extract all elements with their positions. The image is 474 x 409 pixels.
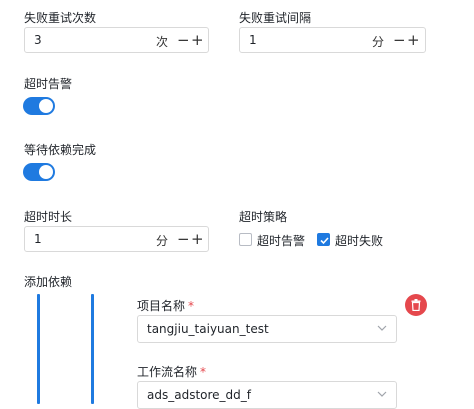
switch-knob [39,99,53,113]
timeout-strategy-label: 超时策略 [239,210,288,224]
retry-interval-unit: 分 [372,35,385,49]
wait-dependency-switch[interactable] [23,163,55,181]
chevron-down-icon [377,325,387,331]
retry-interval-label: 失败重试间隔 [239,11,312,25]
retry-count-increment-button[interactable]: + [191,30,204,50]
strategy-alarm-checkbox[interactable] [239,233,252,246]
switch-knob [39,165,53,179]
retry-count-decrement-button[interactable]: − [177,30,190,50]
strategy-option-fail[interactable]: 超时失败 [317,232,397,248]
timeout-duration-unit: 分 [156,234,169,248]
timeout-alarm-switch[interactable] [23,97,55,115]
trash-icon [411,299,421,311]
check-icon [320,237,329,245]
required-mark: * [188,299,195,313]
workflow-name-select[interactable]: ads_adstore_dd_f [137,381,397,409]
dependency-group-line [37,294,40,404]
dependency-item-line [91,294,94,404]
wait-dependency-label: 等待依赖完成 [24,143,97,157]
add-dependency-label: 添加依赖 [24,275,73,289]
retry-count-label: 失败重试次数 [24,11,97,25]
project-name-select[interactable]: tangjiu_taiyuan_test [137,315,397,343]
retry-interval-increment-button[interactable]: + [407,30,420,50]
timeout-duration-increment-button[interactable]: + [191,229,204,249]
workflow-name-label-text: 工作流名称 [137,365,198,379]
timeout-duration-label: 超时时长 [24,210,73,224]
timeout-alarm-label: 超时告警 [24,77,73,91]
retry-count-input[interactable]: 3 次 − + [24,27,209,53]
retry-count-value[interactable]: 3 [34,33,42,47]
project-name-label: 项目名称 * [137,297,194,314]
delete-dependency-button[interactable] [405,294,427,316]
strategy-option-alarm[interactable]: 超时告警 [239,232,319,248]
project-name-value: tangjiu_taiyuan_test [147,322,269,336]
strategy-fail-label: 超时失败 [335,234,384,248]
chevron-down-icon [377,391,387,397]
timeout-duration-decrement-button[interactable]: − [177,229,190,249]
required-mark: * [200,365,207,379]
retry-count-unit: 次 [156,35,169,49]
timeout-duration-value[interactable]: 1 [34,232,42,246]
strategy-fail-checkbox[interactable] [317,233,330,246]
project-name-label-text: 项目名称 [137,299,186,313]
strategy-alarm-label: 超时告警 [257,234,306,248]
workflow-name-label: 工作流名称 * [137,363,206,380]
timeout-duration-input[interactable]: 1 分 − + [24,226,209,252]
retry-interval-input[interactable]: 1 分 − + [239,27,426,53]
retry-interval-decrement-button[interactable]: − [393,30,406,50]
workflow-name-value: ads_adstore_dd_f [147,388,252,402]
retry-interval-value[interactable]: 1 [249,33,257,47]
